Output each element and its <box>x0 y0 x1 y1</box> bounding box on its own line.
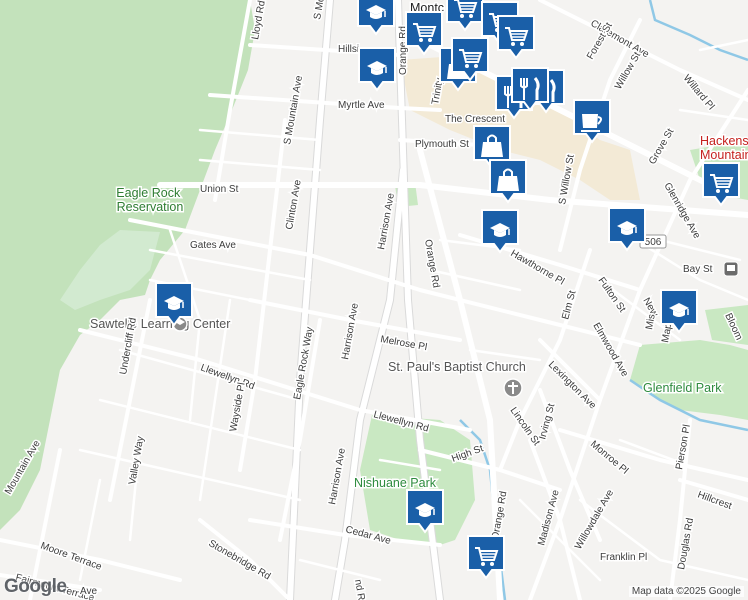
street-label: S Mountain Ave <box>282 74 305 145</box>
street-label: Mis <box>644 313 658 330</box>
google-logo[interactable]: Google <box>4 576 67 598</box>
street-label: Orange Rd <box>422 239 441 289</box>
street-label: Lloyd Rd <box>250 0 268 41</box>
street-label: Plymouth St <box>415 139 469 150</box>
street-label: Hawthorne Pl <box>509 248 566 288</box>
street-label: Pierson Pl <box>674 424 693 471</box>
glenfield-park-label: Glenfield Park <box>643 381 722 395</box>
hackensack-label-2: Mountains <box>700 148 748 162</box>
clinton-ave <box>238 118 287 472</box>
svg-text:Eagle Rock Reservation: Eagle Rock Reservation <box>116 186 183 214</box>
street-label: Willow St <box>613 50 643 91</box>
street-label: Melrose Pl <box>379 334 427 353</box>
street-label: Union St <box>200 184 239 195</box>
eagle-rock-reservation-label-2: Reservation <box>117 200 184 214</box>
bay-st-station[interactable] <box>723 261 739 277</box>
street-label: Franklin Pl <box>600 552 647 563</box>
shopping-cart-marker[interactable] <box>497 15 535 60</box>
map-attribution[interactable]: Map data ©2025 Google <box>628 586 744 597</box>
street-label: Stonebridge Rd <box>207 538 273 582</box>
street-label: Wayside Pl <box>228 382 247 433</box>
svg-text:506: 506 <box>645 237 662 248</box>
street-label: Elm St <box>560 289 578 321</box>
street-label: Irving St <box>537 402 557 440</box>
street-label: Gates Ave <box>190 240 236 251</box>
church-marker[interactable] <box>503 378 523 398</box>
glenfield-park-area <box>630 340 748 420</box>
graduation-cap-marker[interactable] <box>358 47 396 92</box>
nishuane-park-label: Nishuane Park <box>354 476 437 490</box>
street-label: Harrison Ave <box>340 302 361 361</box>
sawtelle-learning-center-label: Sawtelle Learning Center <box>90 317 230 331</box>
street-label: The Crescent <box>445 114 505 125</box>
street-label: Myrtle Ave <box>338 100 385 111</box>
street-label: Lexington Ave <box>546 359 598 411</box>
street-label: Hillsi <box>338 44 359 55</box>
shopping-cart-marker[interactable] <box>702 162 740 207</box>
street-label: Map <box>660 322 674 343</box>
union-st <box>157 182 748 218</box>
street-label: Moore Terrace <box>39 540 104 572</box>
hackensack-label-1: Hackens <box>700 134 748 148</box>
eagle-rock-reservation-label-1: Eagle Rock <box>116 186 181 200</box>
street-label: nd Rd <box>352 579 367 600</box>
monroe-pl <box>558 428 748 482</box>
shopping-cart-marker[interactable] <box>446 0 484 32</box>
svg-text:Hackens Mountains: Hackens Mountains <box>700 134 748 162</box>
street-label: Harrison Ave <box>327 447 348 506</box>
street-label: Bay St <box>683 264 713 275</box>
map-canvas[interactable]: 506 Eagle Rock Reservation Sawtelle Lear… <box>0 0 748 600</box>
st-pauls-church-label: St. Paul's Baptist Church <box>388 360 526 374</box>
graduation-cap-marker[interactable] <box>357 0 395 36</box>
street-label: Ave <box>80 586 97 597</box>
